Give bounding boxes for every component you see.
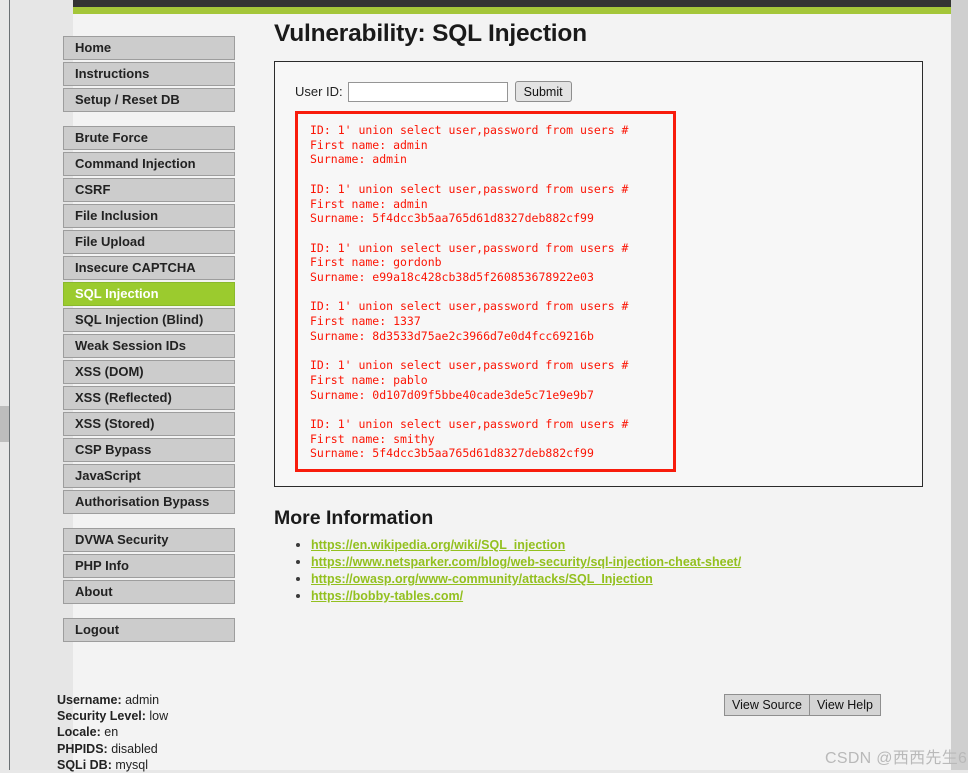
sidebar-group-1: Brute Force Command Injection CSRF File Inc… [63, 126, 245, 514]
status-info-block: Username: admin Security Level: low Locale… [57, 692, 287, 773]
sidebar-item-xss-dom[interactable]: XSS (DOM) [63, 360, 235, 384]
sidebar-item-csp-bypass[interactable]: CSP Bypass [63, 438, 235, 462]
sidebar-item-insecure-captcha[interactable]: Insecure CAPTCHA [63, 256, 235, 280]
view-help-button[interactable]: View Help [809, 694, 881, 716]
more-information-list: https://en.wikipedia.org/wiki/SQL_inject… [274, 537, 934, 604]
sidebar-item-sql-injection[interactable]: SQL Injection [63, 282, 235, 306]
status-value: low [149, 709, 169, 724]
sidebar-item-dvwa-security[interactable]: DVWA Security [63, 528, 235, 552]
sidebar-item-instructions[interactable]: Instructions [63, 62, 235, 86]
sidebar-navigation: Home Instructions Setup / Reset DB Brute Fo… [63, 36, 245, 656]
sidebar-item-home[interactable]: Home [63, 36, 235, 60]
sidebar-group-0: Home Instructions Setup / Reset DB [63, 36, 245, 112]
user-id-label: User ID: [295, 84, 343, 99]
status-line: Security Level: low [57, 708, 287, 724]
sidebar-item-authorisation-bypass[interactable]: Authorisation Bypass [63, 490, 235, 514]
sidebar-item-file-upload[interactable]: File Upload [63, 230, 235, 254]
more-information-link[interactable]: https://www.netsparker.com/blog/web-secu… [311, 555, 741, 569]
view-source-button[interactable]: View Source [723, 694, 810, 716]
status-key: Security Level: [57, 709, 150, 724]
sidebar-item-php-info[interactable]: PHP Info [63, 554, 235, 578]
sidebar-group-3: Logout [63, 618, 245, 642]
header-accent-bar [73, 7, 951, 14]
page-scrollbar-vertical[interactable] [0, 0, 10, 770]
list-item: https://en.wikipedia.org/wiki/SQL_inject… [311, 537, 934, 554]
sidebar-item-sql-injection-blind[interactable]: SQL Injection (Blind) [63, 308, 235, 332]
status-value: disabled [111, 741, 158, 756]
dvwa-page: Home Instructions Setup / Reset DB Brute Fo… [57, 0, 968, 772]
browser-viewport: Home Instructions Setup / Reset DB Brute Fo… [0, 0, 968, 772]
more-information-link[interactable]: https://owasp.org/www-community/attacks/… [311, 572, 653, 586]
main-content: Vulnerability: SQL Injection User ID: Su… [274, 20, 934, 604]
sidebar-item-setup-reset-db[interactable]: Setup / Reset DB [63, 88, 235, 112]
sidebar-item-command-injection[interactable]: Command Injection [63, 152, 235, 176]
list-item: https://www.netsparker.com/blog/web-secu… [311, 554, 934, 571]
sql-injection-form: User ID: Submit [275, 81, 922, 102]
query-results-box: ID: 1' union select user,password from u… [295, 111, 676, 473]
user-id-input[interactable] [347, 81, 508, 102]
right-gutter [951, 0, 968, 770]
vulnerability-panel: User ID: Submit ID: 1' union select user… [274, 61, 923, 488]
page-title: Vulnerability: SQL Injection [274, 20, 587, 47]
sidebar-item-logout[interactable]: Logout [63, 618, 235, 642]
sidebar-item-about[interactable]: About [63, 580, 235, 604]
status-line: Username: admin [57, 692, 287, 708]
sidebar-item-xss-stored[interactable]: XSS (Stored) [63, 412, 235, 436]
status-value: en [104, 725, 119, 740]
status-key: Username: [57, 693, 126, 707]
status-line: SQLi DB: mysql [57, 757, 287, 773]
sidebar-item-csrf[interactable]: CSRF [63, 178, 235, 202]
query-results-text: ID: 1' union select user,password from u… [310, 123, 629, 461]
sidebar-item-javascript[interactable]: JavaScript [63, 464, 235, 488]
list-item: https://owasp.org/www-community/attacks/… [311, 571, 934, 588]
watermark-text: CSDN @西西先生666 [825, 750, 968, 767]
scrollbar-thumb[interactable] [0, 406, 9, 442]
more-information-link[interactable]: https://en.wikipedia.org/wiki/SQL_inject… [311, 538, 565, 552]
action-button-group: View Source View Help [723, 694, 881, 716]
sidebar-group-2: DVWA Security PHP Info About [63, 528, 245, 604]
status-line: PHPIDS: disabled [57, 741, 287, 757]
status-key: PHPIDS: [57, 741, 112, 756]
sidebar-item-brute-force[interactable]: Brute Force [63, 126, 235, 150]
list-item: https://bobby-tables.com/ [311, 588, 934, 605]
header-dark-bar [73, 0, 951, 7]
status-key: Locale: [57, 725, 105, 740]
status-value: admin [125, 693, 160, 707]
sidebar-item-xss-reflected[interactable]: XSS (Reflected) [63, 386, 235, 410]
more-information-heading: More Information [274, 507, 434, 530]
status-line: Locale: en [57, 724, 287, 740]
more-information-link[interactable]: https://bobby-tables.com/ [311, 589, 463, 603]
sidebar-item-weak-session-ids[interactable]: Weak Session IDs [63, 334, 235, 358]
sidebar-item-file-inclusion[interactable]: File Inclusion [63, 204, 235, 228]
submit-button[interactable]: Submit [514, 81, 572, 102]
